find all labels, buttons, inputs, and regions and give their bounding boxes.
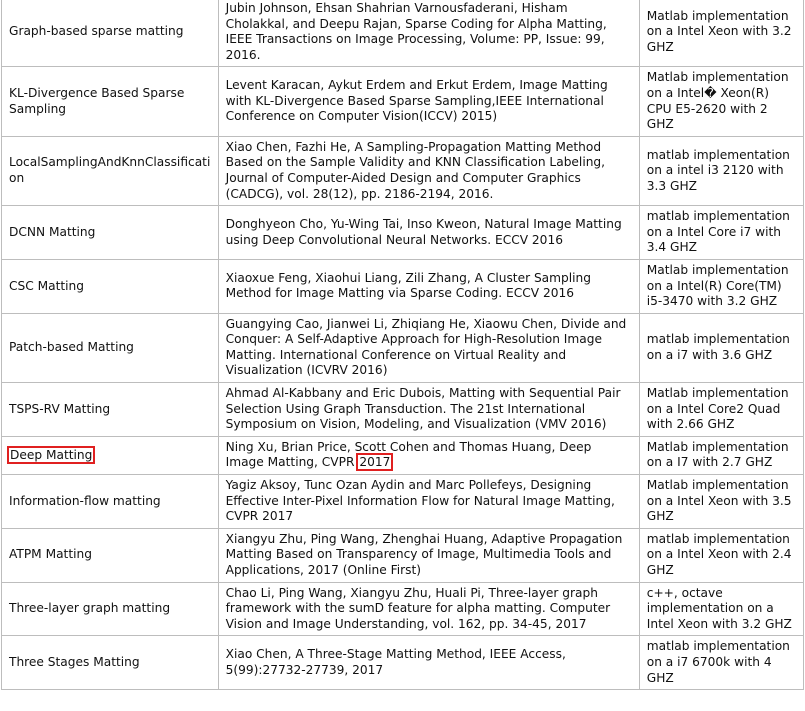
- implementation-details: Matlab implementation on a Intel� Xeon(R…: [638, 66, 805, 137]
- reference-citation: Ahmad Al-Kabbany and Eric Dubois, Mattin…: [217, 382, 640, 437]
- method-name: KL-Divergence Based Sparse Sampling: [1, 66, 219, 137]
- table-row: Patch-based Matting Guangying Cao, Jianw…: [1, 312, 805, 384]
- reference-citation: Yagiz Aksoy, Tunc Ozan Aydin and Marc Po…: [217, 474, 640, 529]
- implementation-details: matlab implementation on a intel i3 2120…: [638, 135, 805, 207]
- table-row: CSC Matting Xiaoxue Feng, Xiaohui Liang,…: [1, 258, 805, 314]
- method-name: Patch-based Matting: [1, 312, 219, 384]
- table-row: Three-layer graph matting Chao Li, Ping …: [1, 581, 805, 637]
- table-row: KL-Divergence Based Sparse Sampling Leve…: [1, 66, 805, 137]
- method-name: ATPM Matting: [1, 527, 219, 583]
- table-row: LocalSamplingAndKnnClassification Xiao C…: [1, 135, 805, 207]
- table-row: ATPM Matting Xiangyu Zhu, Ping Wang, Zhe…: [1, 527, 805, 583]
- implementation-details: c++, octave implementation on a Intel Xe…: [638, 581, 805, 637]
- method-name: Graph-based sparse matting: [1, 0, 219, 68]
- implementation-details: matlab implementation on a Intel Xeon wi…: [638, 527, 805, 583]
- reference-citation: Guangying Cao, Jianwei Li, Zhiqiang He, …: [217, 312, 640, 384]
- method-name: Three Stages Matting: [1, 635, 219, 691]
- reference-citation: Xiangyu Zhu, Ping Wang, Zhenghai Huang, …: [217, 527, 640, 583]
- table-row: Three Stages Matting Xiao Chen, A Three-…: [1, 635, 805, 691]
- reference-citation: Xiaoxue Feng, Xiaohui Liang, Zili Zhang,…: [217, 258, 640, 314]
- implementation-details: Matlab implementation on a Intel Xeon wi…: [638, 474, 805, 529]
- reference-citation: Xiao Chen, A Three-Stage Matting Method,…: [217, 635, 640, 691]
- reference-citation: Chao Li, Ping Wang, Xiangyu Zhu, Huali P…: [217, 581, 640, 637]
- reference-citation: Jubin Johnson, Ehsan Shahrian Varnousfad…: [217, 0, 640, 68]
- table-row: Graph-based sparse matting Jubin Johnson…: [1, 0, 805, 68]
- method-name: Information-flow matting: [1, 474, 219, 529]
- implementation-details: matlab implementation on a i7 with 3.6 G…: [638, 312, 805, 384]
- method-name: Three-layer graph matting: [1, 581, 219, 637]
- reference-citation: Ning Xu, Brian Price, Scott Cohen and Th…: [217, 435, 640, 476]
- method-name: TSPS-RV Matting: [1, 382, 219, 437]
- method-name: LocalSamplingAndKnnClassification: [1, 135, 219, 207]
- reference-citation: Donghyeon Cho, Yu-Wing Tai, Inso Kweon, …: [217, 205, 640, 260]
- method-name: DCNN Matting: [1, 205, 219, 260]
- implementation-details: matlab implementation on a Intel Core i7…: [638, 205, 805, 260]
- implementation-details: Matlab implementation on a Intel Core2 Q…: [638, 382, 805, 437]
- methods-table-container: Graph-based sparse matting Jubin Johnson…: [0, 0, 805, 711]
- implementation-details: Matlab implementation on a I7 with 2.7 G…: [638, 435, 805, 476]
- table-row: DCNN Matting Donghyeon Cho, Yu-Wing Tai,…: [1, 205, 805, 260]
- method-name: CSC Matting: [1, 258, 219, 314]
- highlighted-year: 2017: [356, 453, 394, 472]
- highlighted-method-name: Deep Matting: [6, 445, 96, 464]
- table-row: Information-flow matting Yagiz Aksoy, Tu…: [1, 474, 805, 529]
- implementation-details: Matlab implementation on a Intel(R) Core…: [638, 258, 805, 314]
- reference-text: Ning Xu, Brian Price, Scott Cohen and Th…: [225, 439, 592, 470]
- reference-citation: Levent Karacan, Aykut Erdem and Erkut Er…: [217, 66, 640, 137]
- reference-citation: Xiao Chen, Fazhi He, A Sampling-Propagat…: [217, 135, 640, 207]
- matting-methods-table: Graph-based sparse matting Jubin Johnson…: [1, 0, 805, 691]
- implementation-details: matlab implementation on a i7 6700k with…: [638, 635, 805, 691]
- method-name: Deep Matting: [1, 435, 219, 476]
- table-row-deep-matting: Deep Matting Ning Xu, Brian Price, Scott…: [1, 435, 805, 476]
- table-row: TSPS-RV Matting Ahmad Al-Kabbany and Eri…: [1, 382, 805, 437]
- implementation-details: Matlab implementation on a Intel Xeon wi…: [638, 0, 805, 68]
